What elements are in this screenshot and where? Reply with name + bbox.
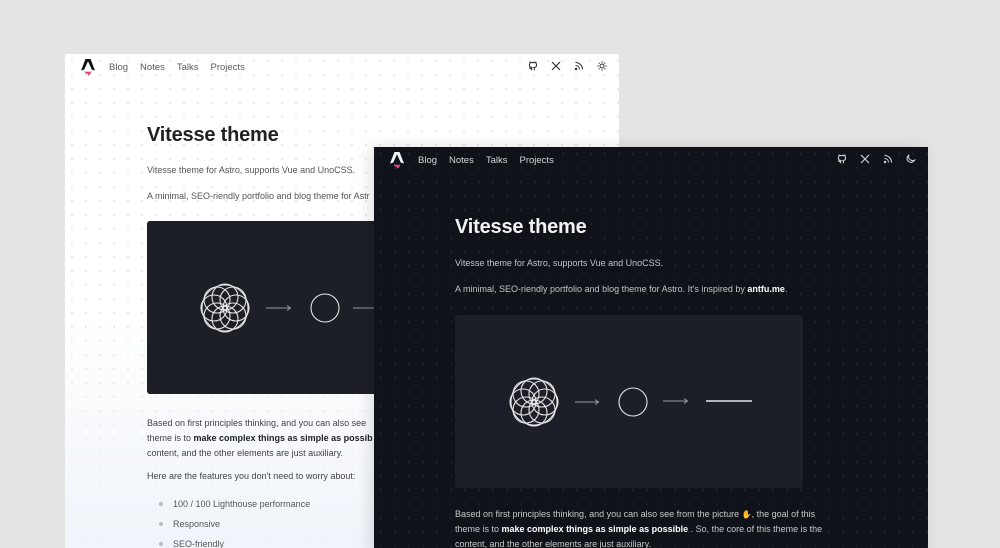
hero-image [455, 315, 803, 488]
description-suffix: . [784, 284, 788, 294]
antfu-link[interactable]: antfu.me [747, 284, 785, 294]
nav-link-talks[interactable]: Talks [486, 155, 508, 166]
body-line-2-emphasis: make complex things as simple as possib [193, 433, 373, 443]
nav-link-talks[interactable]: Talks [177, 62, 199, 73]
rss-icon[interactable] [883, 154, 893, 164]
github-icon[interactable] [837, 154, 847, 164]
moon-icon[interactable] [906, 154, 916, 164]
nav-link-projects[interactable]: Projects [211, 62, 245, 73]
body-line-3: content, and the other elements are just… [455, 539, 651, 548]
x-icon[interactable] [860, 154, 870, 164]
intro-text: Vitesse theme for Astro, supports Vue an… [147, 165, 356, 175]
astro-logo[interactable] [389, 151, 405, 169]
page-title: Vitesse theme [455, 216, 587, 238]
main-content: Vitesse theme Vitesse theme for Astro, s… [455, 216, 925, 548]
features-intro: Here are the features you don't need to … [147, 471, 356, 481]
pointing-emoji-icon: ✋ [741, 510, 752, 519]
features-list: 100 / 100 Lighthouse performance Respons… [159, 498, 310, 548]
description-text: A minimal, SEO-riendly portfolio and blo… [455, 284, 787, 294]
intro-text: Vitesse theme for Astro, supports Vue an… [455, 258, 664, 268]
body-line-2-emphasis: make complex things as simple as possibl… [501, 524, 689, 534]
astro-logo[interactable] [80, 58, 96, 76]
body-line-2: theme is to make complex things as simpl… [455, 522, 835, 537]
github-icon[interactable] [528, 61, 538, 71]
nav-links: Blog Notes Talks Projects [418, 155, 554, 166]
body-line-1-prefix: Based on first principles thinking, and … [455, 509, 742, 519]
body-line-2-prefix: theme is to [147, 433, 194, 443]
complexity-diagram [509, 377, 752, 427]
nav-link-notes[interactable]: Notes [140, 62, 165, 73]
body-line-1-suffix: , the goal of this [751, 509, 816, 519]
dark-theme-window: Blog Notes Talks Projects Vitesse theme … [374, 147, 928, 548]
rss-icon[interactable] [574, 61, 584, 71]
main-content: Vitesse theme Vitesse theme for Astro, s… [147, 124, 617, 548]
feature-item: Responsive [159, 518, 310, 538]
top-nav: Blog Notes Talks Projects [374, 147, 928, 173]
page-title: Vitesse theme [147, 124, 279, 146]
nav-link-projects[interactable]: Projects [520, 155, 554, 166]
sun-icon[interactable] [597, 61, 607, 71]
nav-links: Blog Notes Talks Projects [109, 62, 245, 73]
nav-actions [837, 154, 916, 164]
nav-link-notes[interactable]: Notes [449, 155, 474, 166]
nav-actions [528, 61, 607, 71]
top-nav: Blog Notes Talks Projects [65, 54, 619, 80]
body-line-2-suffix: . So, the core of this theme is the [688, 524, 823, 534]
body-line-1: Based on first principles thinking, and … [455, 507, 835, 522]
description-prefix: A minimal, SEO-riendly portfolio and blo… [455, 284, 748, 294]
body-paragraph: Based on first principles thinking, and … [455, 507, 835, 548]
nav-link-blog[interactable]: Blog [418, 155, 437, 166]
x-icon[interactable] [551, 61, 561, 71]
feature-item: 100 / 100 Lighthouse performance [159, 498, 310, 518]
description-text: A minimal, SEO-riendly portfolio and blo… [147, 191, 370, 201]
nav-link-blog[interactable]: Blog [109, 62, 128, 73]
body-line-2-prefix: theme is to [455, 524, 502, 534]
feature-item: SEO-friendly [159, 538, 310, 548]
